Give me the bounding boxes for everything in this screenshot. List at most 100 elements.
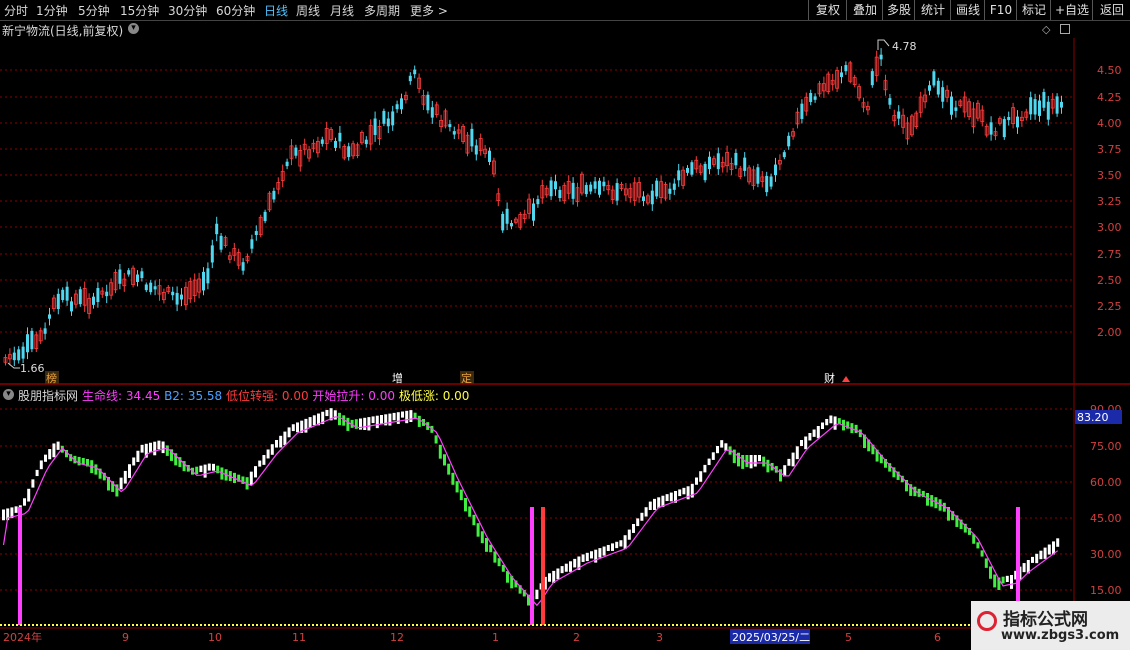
candle-body-down	[206, 268, 210, 284]
candle-body-down	[30, 330, 34, 350]
candle-body-down	[452, 131, 456, 135]
candle-body-down	[589, 184, 593, 192]
indicator-bar	[2, 509, 5, 521]
candle-body-down	[140, 271, 144, 279]
candle-body-down	[92, 296, 95, 305]
indicator-bar	[409, 410, 413, 422]
price-tick: 4.25	[1097, 91, 1122, 104]
candle-body-down	[56, 293, 60, 310]
indicator-bar	[753, 455, 757, 467]
indicator-bar	[39, 460, 43, 470]
candle-body-down	[26, 334, 29, 353]
time-tick: 3	[656, 631, 663, 644]
indicator-bar	[926, 493, 929, 506]
candle-body-down	[800, 103, 804, 119]
candle-body-down	[593, 181, 597, 189]
candle-body-down	[936, 80, 940, 95]
indicator-bar	[749, 455, 753, 469]
indicator-bar	[132, 457, 136, 466]
indicator-bar	[392, 412, 396, 421]
indicator-bar	[48, 449, 52, 460]
indicator-bar	[640, 512, 644, 521]
indicator-bar	[464, 498, 467, 512]
indicator-bar	[485, 538, 488, 552]
chart-canvas[interactable]: 4.50 4.25 4.00 3.75 3.50 3.25 3.00 2.75 …	[0, 0, 1130, 650]
candle-body-down	[950, 96, 953, 115]
indicator-bar	[157, 440, 161, 450]
event-marker-zeng[interactable]: 增	[392, 371, 403, 385]
indicator-bar	[405, 410, 409, 424]
indicator-bar	[1039, 550, 1043, 560]
candle-body-down	[347, 146, 351, 158]
candle-body-down	[180, 294, 183, 300]
indicator-bar	[1056, 538, 1060, 547]
indicator-bar	[984, 558, 988, 568]
indicator-bar	[711, 452, 715, 460]
candle-body-down	[897, 111, 901, 119]
candle-body-down	[61, 289, 65, 301]
crosshair-date: 2025/03/25/二	[732, 631, 810, 644]
indicator-bar	[417, 415, 421, 427]
indicator-tick: 30.00	[1090, 548, 1122, 561]
indicator-bar	[476, 523, 480, 537]
indicator-bar	[1001, 576, 1005, 584]
indicator-bar	[388, 413, 392, 426]
indicator-bar	[338, 412, 341, 426]
candle-body-down	[96, 288, 100, 302]
candle-body-down	[598, 180, 601, 195]
high-pointer	[877, 39, 890, 50]
candle-body-down	[1029, 97, 1033, 115]
price-tick: 2.75	[1097, 248, 1122, 261]
indicator-bar	[380, 415, 383, 424]
event-marker-bang[interactable]: 榜	[46, 371, 57, 385]
candle-body-down	[70, 301, 73, 312]
indicator-bar	[195, 466, 199, 475]
indicator-bar	[291, 424, 295, 432]
current-value: 83.20	[1077, 411, 1109, 424]
candle-body-down	[584, 185, 588, 195]
indicator-bar	[695, 477, 698, 485]
time-tick: 12	[390, 631, 404, 644]
candle-body-down	[334, 140, 337, 148]
candle-body-down	[408, 75, 412, 82]
indicator-bar	[682, 487, 686, 495]
indicator-bar	[1022, 563, 1026, 573]
indicator-bar	[564, 563, 568, 572]
indicator-bar	[447, 463, 451, 475]
indicator-bar	[779, 469, 782, 482]
indicator-bar	[560, 566, 564, 574]
indicator-bar	[396, 412, 400, 424]
candle-body-down	[364, 139, 368, 145]
grid-lines	[0, 69, 1074, 591]
indicator-bar	[367, 417, 371, 431]
event-marker-cai[interactable]: 财	[824, 371, 835, 385]
high-price-label: 4.78	[892, 40, 917, 53]
indicator-bar	[333, 410, 337, 420]
indicator-bar	[623, 535, 627, 550]
indicator-bar	[825, 419, 829, 426]
candle-body-down	[294, 147, 298, 156]
candle-body-down	[430, 107, 434, 118]
indicator-tick: 15.00	[1090, 584, 1122, 597]
time-tick: 2	[573, 631, 580, 644]
signal-bar	[541, 507, 545, 625]
indicator-bar	[762, 456, 766, 467]
indicator-bar	[766, 459, 770, 473]
candle-body-down	[870, 71, 874, 86]
signal-bar	[18, 507, 22, 625]
indicator-bar	[287, 427, 291, 438]
indicator-bar	[199, 465, 203, 473]
indicator-bar	[262, 455, 266, 465]
candle-body-down	[989, 122, 993, 135]
candle-body-down	[501, 213, 505, 231]
indicator-bar	[548, 573, 551, 582]
candle-body-down	[690, 162, 694, 175]
indicator-bar	[833, 416, 837, 430]
signal-bar	[530, 507, 534, 625]
candle-body-down	[175, 292, 179, 305]
event-marker-ding[interactable]: 定	[461, 371, 472, 385]
indicator-bar	[371, 416, 375, 424]
candle-body-down	[602, 181, 606, 187]
candle-body-down	[144, 284, 148, 291]
indicator-bar	[506, 571, 509, 583]
